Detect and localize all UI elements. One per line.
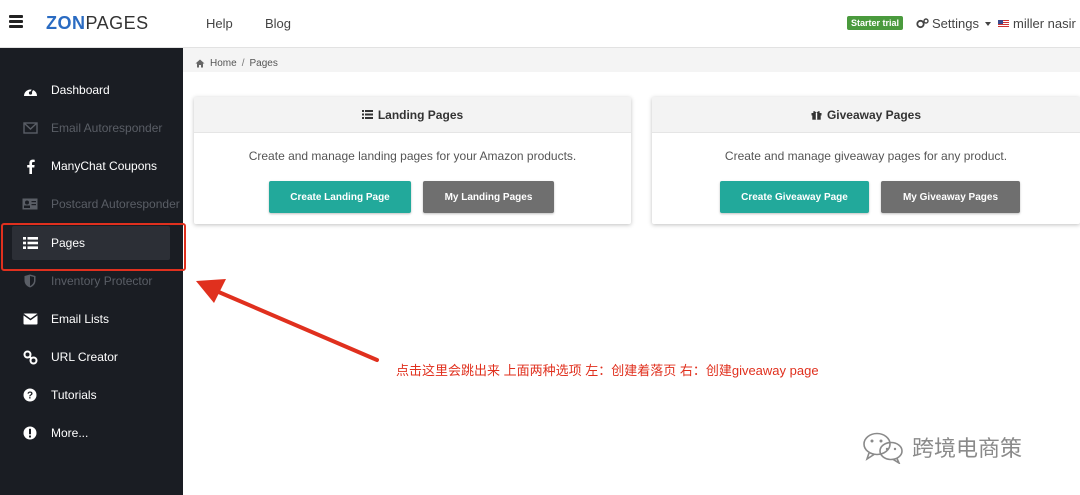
- app-logo[interactable]: ZONPAGES: [46, 13, 149, 34]
- svg-text:?: ?: [27, 391, 33, 402]
- plan-badge: Starter trial: [847, 16, 904, 30]
- settings-label: Settings: [932, 16, 979, 31]
- watermark-text: 跨境电商策: [912, 436, 1023, 461]
- question-circle-icon: ?: [22, 387, 38, 403]
- card-title: Landing Pages: [377, 107, 464, 122]
- logo-part-zon: ZON: [46, 13, 86, 33]
- giveaway-pages-card: Giveaway Pages Create and manage giveawa…: [652, 97, 1080, 224]
- settings-dropdown[interactable]: Settings: [916, 16, 991, 31]
- card-header: Landing Pages: [194, 97, 631, 133]
- sidebar-item-pages[interactable]: Pages: [22, 233, 85, 253]
- sidebar-item-url-creator[interactable]: URL Creator: [22, 347, 118, 367]
- envelope-outline-icon: [22, 120, 38, 136]
- sidebar-item-email-lists[interactable]: Email Lists: [22, 309, 109, 329]
- sidebar-item-manychat-coupons[interactable]: ManyChat Coupons: [22, 156, 157, 176]
- sidebar: Dashboard Email Autoresponder ManyChat C…: [0, 48, 183, 495]
- sidebar-item-label: Postcard Autoresponder: [51, 197, 180, 211]
- breadcrumb: Home / Pages: [183, 48, 1080, 72]
- home-icon: [195, 59, 205, 67]
- sidebar-item-label: Inventory Protector: [51, 274, 153, 288]
- list-icon: [22, 235, 38, 251]
- sidebar-item-label: ManyChat Coupons: [51, 159, 158, 173]
- envelope-icon: [22, 311, 38, 327]
- contact-card-icon: [22, 196, 38, 212]
- card-description: Create and manage giveaway pages for any…: [724, 149, 1008, 163]
- landing-pages-card: Landing Pages Create and manage landing …: [194, 97, 631, 224]
- my-giveaway-pages-button[interactable]: My Giveaway Pages: [881, 181, 1020, 213]
- link-icon: [22, 349, 38, 365]
- breadcrumb-home[interactable]: Home: [210, 58, 237, 69]
- card-description: Create and manage landing pages for your…: [248, 149, 577, 163]
- sidebar-item-label: More...: [51, 426, 89, 440]
- chevron-down-icon: [984, 21, 991, 26]
- shield-icon: [22, 273, 38, 289]
- sidebar-item-email-autoresponder[interactable]: Email Autoresponder: [22, 118, 162, 138]
- nav-blog-link[interactable]: Blog: [265, 16, 291, 31]
- hamburger-menu-icon[interactable]: [9, 15, 23, 28]
- card-title: Giveaway Pages: [826, 107, 922, 122]
- exclamation-circle-icon: [22, 425, 38, 441]
- sidebar-item-label: Email Autoresponder: [51, 121, 163, 135]
- gears-icon: [916, 17, 929, 28]
- list-icon: [361, 110, 373, 119]
- breadcrumb-separator: /: [241, 57, 245, 69]
- dashboard-icon: [22, 82, 38, 98]
- gift-icon: [811, 110, 822, 120]
- breadcrumb-current: Pages: [249, 57, 278, 69]
- top-navbar: ZONPAGES Help Blog Starter trial Setting…: [0, 0, 1080, 48]
- user-name: miller nasir: [1013, 16, 1076, 31]
- sidebar-item-more[interactable]: More...: [22, 423, 88, 443]
- wechat-icon: [863, 432, 903, 464]
- annotation-note: 点击这里会跳出来 上面两种选项 左：创建着落页 右：创建giveaway pag…: [396, 363, 819, 378]
- sidebar-item-label: Tutorials: [51, 388, 97, 402]
- my-landing-pages-button[interactable]: My Landing Pages: [423, 181, 554, 213]
- sidebar-item-dashboard[interactable]: Dashboard: [22, 80, 110, 100]
- sidebar-item-label: URL Creator: [51, 350, 118, 364]
- sidebar-item-tutorials[interactable]: ? Tutorials: [22, 385, 97, 405]
- nav-help-link[interactable]: Help: [206, 16, 233, 31]
- create-giveaway-page-button[interactable]: Create Giveaway Page: [720, 181, 869, 213]
- create-landing-page-button[interactable]: Create Landing Page: [269, 181, 411, 213]
- card-header: Giveaway Pages: [652, 97, 1080, 133]
- user-menu[interactable]: miller nasir: [998, 16, 1080, 31]
- sidebar-item-postcard-autoresponder[interactable]: Postcard Autoresponder: [22, 194, 180, 214]
- sidebar-item-inventory-protector[interactable]: Inventory Protector: [22, 271, 152, 291]
- sidebar-item-label: Dashboard: [51, 83, 110, 97]
- us-flag-icon: [998, 19, 1009, 28]
- sidebar-item-label: Pages: [51, 236, 86, 250]
- logo-part-pages: PAGES: [85, 13, 149, 33]
- watermark: 跨境电商策: [862, 430, 1022, 464]
- facebook-icon: [22, 158, 38, 174]
- sidebar-item-label: Email Lists: [51, 312, 110, 326]
